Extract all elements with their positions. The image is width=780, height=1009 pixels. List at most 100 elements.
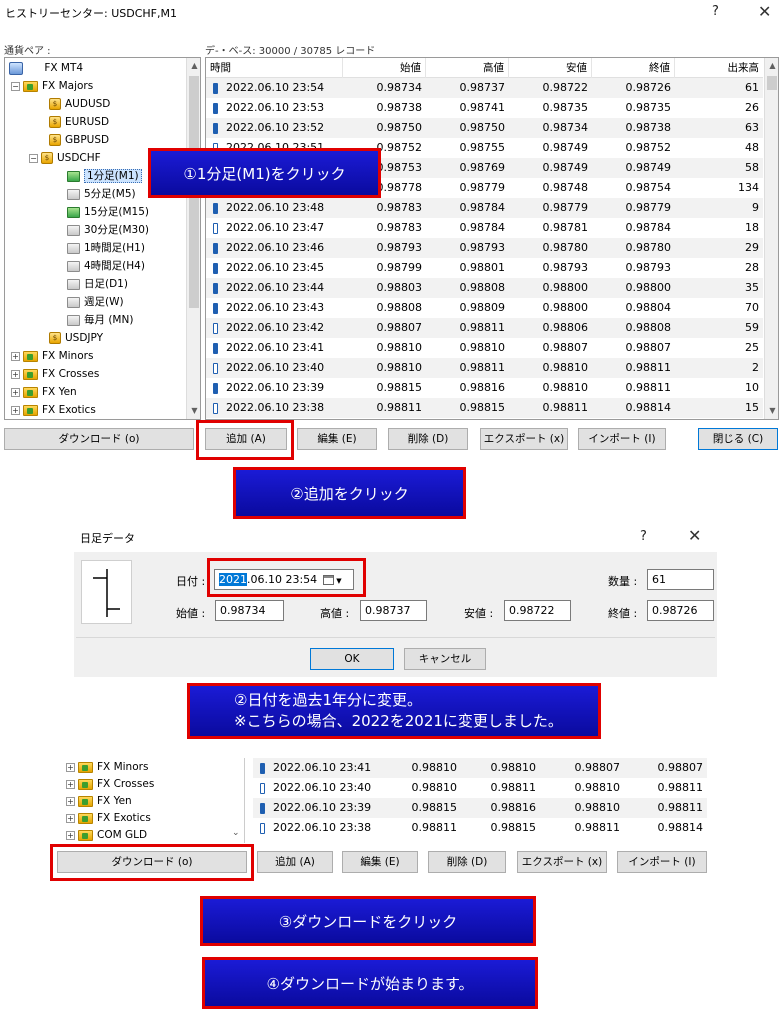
candle-icon (260, 802, 265, 814)
tree-group-minors[interactable]: + FX Minors (11, 348, 93, 365)
table-row[interactable]: 2022.06.10 23:52 0.98750 0.98750 0.98734 0.9… (206, 118, 763, 138)
history-table-zoomed[interactable]: 2022.06.10 23:41 0.98810 0.98810 0.98807 0.9… (253, 758, 707, 843)
tree-group-crosses[interactable]: + FX Crosses (11, 366, 99, 383)
close-field[interactable]: 0.98726 (647, 600, 714, 621)
tree-item-audusd[interactable]: $ AUDUSD (49, 96, 110, 113)
delete-button[interactable]: 削除 (D) (428, 851, 506, 873)
table-row[interactable]: 2022.06.10 23:45 0.98799 0.98801 0.98793 0.9… (206, 258, 763, 278)
export-button[interactable]: エクスポート (x) (517, 851, 607, 873)
col-header-open[interactable]: 始値 (343, 58, 426, 78)
table-row[interactable]: 2022.06.10 23:53 0.98738 0.98741 0.98735 0.9… (206, 98, 763, 118)
tree-root[interactable]: FX MT4 (9, 60, 83, 77)
table-row[interactable]: 2022.06.10 23:39 0.98815 0.98816 0.98810 0.9… (253, 798, 707, 818)
history-table[interactable]: 時間 始値 高値 安値 終値 出来高 2022.06.10 23:54 0.987… (205, 57, 779, 420)
symbol-tree-zoomed[interactable]: + FX Minors + FX Crosses + FX Yen + FX Exoti… (58, 758, 245, 843)
table-row[interactable]: 2022.06.10 23:43 0.98808 0.98809 0.98800 0.9… (206, 298, 763, 318)
cell-open: 0.98815 (411, 801, 458, 814)
table-row[interactable]: 2022.06.10 23:42 0.98807 0.98811 0.98806 0.9… (206, 318, 763, 338)
folder-icon (78, 829, 93, 841)
expand-icon[interactable]: + (11, 351, 20, 361)
col-header-volume[interactable]: 出来高 (675, 58, 763, 78)
tree-group-majors[interactable]: − FX Majors (11, 78, 93, 95)
scroll-up-icon[interactable]: ▲ (187, 61, 200, 70)
tree-item-m1[interactable]: 1分足(M1) (67, 168, 142, 185)
download-button[interactable]: ダウンロード (o) (4, 428, 194, 450)
col-header-high[interactable]: 高値 (426, 58, 509, 78)
scroll-down-icon[interactable]: ⌄ (232, 828, 240, 838)
symbol-tree[interactable]: FX MT4 − FX Majors $ AUDUSD $ EURUSD $ GBPUS… (4, 57, 201, 420)
tree-item-m15[interactable]: 15分足(M15) (67, 204, 149, 221)
col-header-close[interactable]: 終値 (592, 58, 675, 78)
tree-scrollbar[interactable]: ▲ ▼ (186, 58, 200, 419)
tree-item-mn[interactable]: 毎月 (MN) (67, 312, 133, 329)
table-row[interactable]: 2022.06.10 23:38 0.98811 0.98815 0.98811 0.9… (253, 818, 707, 838)
quantity-field[interactable]: 61 (647, 569, 714, 590)
table-row[interactable]: 2022.06.10 23:46 0.98793 0.98793 0.98780 0.9… (206, 238, 763, 258)
dialog-close-icon[interactable]: ✕ (688, 526, 701, 545)
help-icon[interactable]: ? (712, 4, 719, 19)
tree-group-crosses[interactable]: + FX Crosses (66, 776, 154, 793)
edit-button[interactable]: 編集 (E) (342, 851, 418, 873)
dialog-help-icon[interactable]: ? (640, 529, 647, 544)
tree-item-usdchf[interactable]: − $ USDCHF (29, 150, 101, 167)
scroll-down-icon[interactable]: ▼ (765, 406, 778, 415)
expand-icon[interactable]: + (66, 830, 75, 840)
tree-group-minors[interactable]: + FX Minors (66, 759, 148, 776)
tree-item-usdjpy[interactable]: $ USDJPY (49, 330, 103, 347)
tree-group-yen[interactable]: + FX Yen (11, 384, 77, 401)
tree-group-exotics[interactable]: + FX Exotics (66, 810, 151, 827)
col-header-low[interactable]: 安値 (509, 58, 592, 78)
add-button[interactable]: 追加 (A) (257, 851, 333, 873)
delete-button[interactable]: 削除 (D) (388, 428, 468, 450)
table-row[interactable]: 2022.06.10 23:39 0.98815 0.98816 0.98810 0.9… (206, 378, 763, 398)
collapse-icon[interactable]: − (29, 153, 38, 163)
tree-item-h4[interactable]: 4時間足(H4) (67, 258, 145, 275)
expand-icon[interactable]: + (11, 369, 20, 379)
candle-icon (213, 382, 218, 394)
close-icon[interactable]: ✕ (758, 2, 771, 21)
tree-item-m30[interactable]: 30分足(M30) (67, 222, 149, 239)
expand-icon[interactable]: + (66, 813, 75, 823)
expand-icon[interactable]: + (66, 796, 75, 806)
table-row[interactable]: 2022.06.10 23:40 0.98810 0.98811 0.98810 0.9… (253, 778, 707, 798)
collapse-icon[interactable]: − (11, 81, 20, 91)
expand-icon[interactable]: + (11, 387, 20, 397)
expand-icon[interactable]: + (66, 762, 75, 772)
tree-group-comgld[interactable]: + COM GLD (66, 827, 147, 843)
scrollbar-thumb[interactable] (767, 76, 777, 90)
close-button[interactable]: 閉じる (C) (698, 428, 778, 450)
import-button[interactable]: インポート (I) (578, 428, 666, 450)
table-scrollbar[interactable]: ▲ ▼ (764, 58, 778, 419)
cancel-button[interactable]: キャンセル (404, 648, 486, 670)
table-row[interactable]: 2022.06.10 23:48 0.98783 0.98784 0.98779 0.9… (206, 198, 763, 218)
tree-item-w[interactable]: 週足(W) (67, 294, 124, 311)
tree-item-gbpusd[interactable]: $ GBPUSD (49, 132, 109, 149)
cell-high: 0.98741 (459, 101, 506, 114)
tree-item-d1[interactable]: 日足(D1) (67, 276, 128, 293)
tree-item-eurusd[interactable]: $ EURUSD (49, 114, 109, 131)
scroll-up-icon[interactable]: ▲ (765, 61, 778, 70)
expand-icon[interactable]: + (66, 779, 75, 789)
high-field[interactable]: 0.98737 (360, 600, 427, 621)
tree-item-h1[interactable]: 1時間足(H1) (67, 240, 145, 257)
tree-item-m5[interactable]: 5分足(M5) (67, 186, 136, 203)
table-row[interactable]: 2022.06.10 23:40 0.98810 0.98811 0.98810 0.9… (206, 358, 763, 378)
table-row[interactable]: 2022.06.10 23:41 0.98810 0.98810 0.98807 0.9… (206, 338, 763, 358)
scroll-down-icon[interactable]: ▼ (187, 406, 200, 415)
tree-group-exotics[interactable]: + FX Exotics (11, 402, 96, 419)
table-row[interactable]: 2022.06.10 23:41 0.98810 0.98810 0.98807 0.9… (253, 758, 707, 778)
timeframe-label: 毎月 (MN) (84, 314, 134, 326)
tree-group-yen[interactable]: + FX Yen (66, 793, 132, 810)
ok-button[interactable]: OK (310, 648, 394, 670)
export-button[interactable]: エクスポート (x) (480, 428, 568, 450)
expand-icon[interactable]: + (11, 405, 20, 415)
table-row[interactable]: 2022.06.10 23:38 0.98811 0.98815 0.98811 0.9… (206, 398, 763, 418)
table-row[interactable]: 2022.06.10 23:47 0.98783 0.98784 0.98781 0.9… (206, 218, 763, 238)
col-header-time[interactable]: 時間 (206, 58, 343, 78)
import-button[interactable]: インポート (I) (617, 851, 707, 873)
table-row[interactable]: 2022.06.10 23:44 0.98803 0.98808 0.98800 0.9… (206, 278, 763, 298)
low-field[interactable]: 0.98722 (504, 600, 571, 621)
table-row[interactable]: 2022.06.10 23:54 0.98734 0.98737 0.98722 0.9… (206, 78, 763, 98)
edit-button[interactable]: 編集 (E) (297, 428, 377, 450)
open-field[interactable]: 0.98734 (215, 600, 284, 621)
